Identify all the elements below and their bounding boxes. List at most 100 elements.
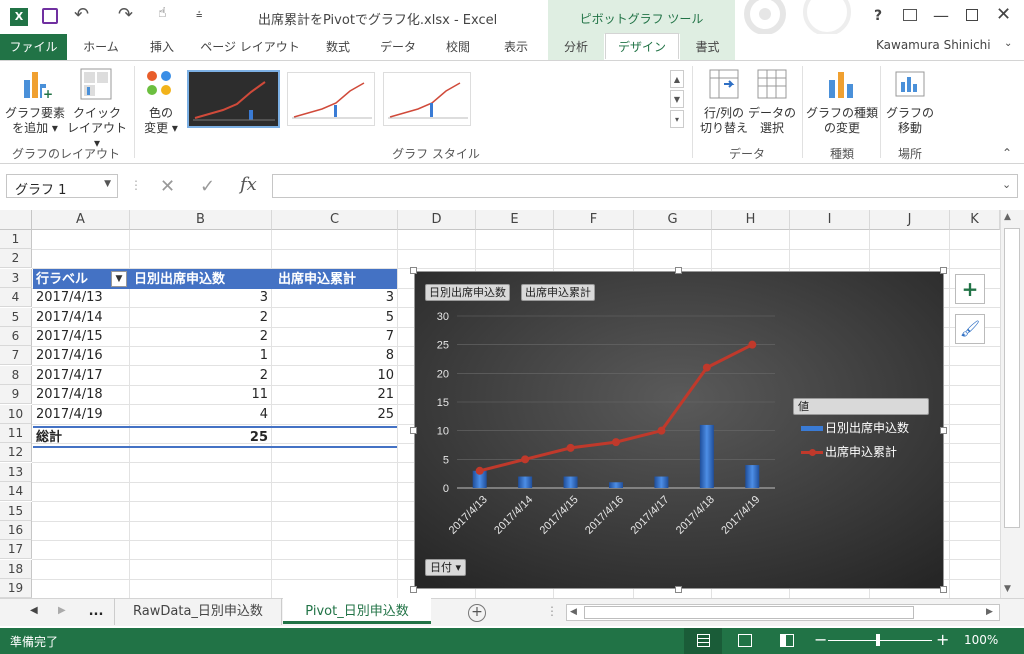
change-colors-label-2[interactable]: 変更 ▾ — [136, 121, 186, 136]
column-header-K[interactable]: K — [950, 210, 1000, 230]
row-header-11[interactable]: 11 — [0, 424, 32, 443]
field-button-daily[interactable]: 日別出席申込数 — [425, 284, 510, 301]
sheet-tab-rawdata[interactable]: RawData_日別申込数 — [114, 598, 282, 625]
hscroll-left-button[interactable]: ◀ — [570, 607, 577, 617]
tab-file[interactable]: ファイル — [0, 34, 67, 60]
legend-entry-cumulative[interactable]: 出席申込累計 — [801, 443, 897, 459]
redo-icon[interactable]: ↷ — [118, 4, 133, 25]
row-header-12[interactable]: 12 — [0, 443, 32, 463]
row-header-7[interactable]: 7 — [0, 346, 32, 366]
move-chart-label-1[interactable]: グラフの — [882, 106, 938, 121]
pivot-row-cumulative[interactable]: 10 — [276, 366, 394, 385]
zoom-slider[interactable] — [828, 640, 932, 641]
sheet-tab-more[interactable]: ... — [82, 598, 110, 625]
pivot-row-daily[interactable]: 1 — [134, 346, 268, 365]
tab-design[interactable]: デザイン — [605, 33, 679, 59]
name-box-dropdown-icon[interactable]: ▼ — [104, 179, 111, 189]
hscroll-right-button[interactable]: ▶ — [986, 607, 993, 617]
column-header-B[interactable]: B — [130, 210, 272, 230]
pivot-row-date[interactable]: 2017/4/14 — [36, 308, 103, 327]
pivot-row-daily[interactable]: 2 — [134, 327, 268, 346]
chart-style-3[interactable] — [383, 72, 471, 126]
row-header-13[interactable]: 13 — [0, 462, 32, 482]
undo-icon[interactable]: ↶ — [74, 4, 89, 25]
tab-insert[interactable]: 挿入 — [140, 34, 184, 60]
select-all-corner[interactable] — [0, 210, 32, 230]
column-header-A[interactable]: A — [32, 210, 130, 230]
pivot-row-cumulative[interactable]: 3 — [276, 288, 394, 307]
tab-split-grip-icon[interactable]: ⋮ — [546, 604, 558, 618]
row-header-18[interactable]: 18 — [0, 559, 32, 579]
pivot-total-value[interactable]: 25 — [134, 428, 268, 447]
scroll-down-button[interactable]: ▼ — [1004, 584, 1011, 594]
row-header-14[interactable]: 14 — [0, 482, 32, 502]
legend-title-button[interactable]: 値 — [793, 398, 929, 415]
quick-layout-icon[interactable] — [80, 68, 112, 100]
user-name[interactable]: Kawamura Shinichi — [876, 38, 991, 52]
sheet-nav-next-icon[interactable]: ▶ — [58, 605, 66, 616]
add-chart-element-icon[interactable]: + — [22, 68, 54, 100]
gallery-scroll-down-button[interactable]: ▼ — [670, 90, 684, 108]
help-button[interactable]: ? — [874, 8, 882, 24]
column-header-I[interactable]: I — [790, 210, 870, 230]
tab-analyze[interactable]: 分析 — [548, 34, 604, 60]
pivot-row-daily[interactable]: 3 — [134, 288, 268, 307]
column-header-E[interactable]: E — [476, 210, 554, 230]
add-chart-element-label-1[interactable]: グラフ要素 — [4, 106, 66, 121]
row-header-17[interactable]: 17 — [0, 540, 32, 560]
chart-handle-top-right[interactable] — [940, 267, 947, 274]
pivot-header-row-labels[interactable]: 行ラベル — [36, 270, 88, 289]
zoom-level[interactable]: 100% — [964, 633, 998, 647]
page-layout-view-icon[interactable] — [738, 634, 752, 647]
change-chart-type-icon[interactable] — [826, 68, 858, 100]
pivot-row-cumulative[interactable]: 25 — [276, 405, 394, 424]
pivot-row-daily[interactable]: 2 — [134, 308, 268, 327]
chart-style-1[interactable] — [187, 70, 280, 128]
touch-mode-icon[interactable]: ☝ — [158, 5, 167, 21]
tab-home[interactable]: ホーム — [76, 34, 126, 60]
change-chart-type-label-1[interactable]: グラフの種類 — [804, 106, 880, 121]
tab-formulas[interactable]: 数式 — [316, 34, 360, 60]
zoom-out-button[interactable]: − — [814, 630, 827, 649]
close-button[interactable]: ✕ — [996, 4, 1011, 25]
column-header-F[interactable]: F — [554, 210, 634, 230]
zoom-slider-thumb[interactable] — [876, 634, 880, 646]
column-header-G[interactable]: G — [634, 210, 712, 230]
pivot-row-cumulative[interactable]: 7 — [276, 327, 394, 346]
tab-data[interactable]: データ — [372, 34, 424, 60]
minimize-button[interactable]: — — [933, 6, 949, 25]
pivot-row-date[interactable]: 2017/4/18 — [36, 385, 103, 404]
maximize-button[interactable] — [966, 9, 978, 21]
switch-row-column-label-2[interactable]: 切り替え — [696, 121, 752, 136]
qat-customize-icon[interactable]: ⩮ — [196, 8, 202, 22]
ribbon-display-icon[interactable] — [903, 9, 917, 21]
row-header-3[interactable]: 3 — [0, 268, 32, 288]
pivot-row-daily[interactable]: 4 — [134, 405, 268, 424]
horizontal-scroll-thumb[interactable] — [584, 606, 914, 619]
sheet-tab-pivot[interactable]: Pivot_日別申込数 — [283, 598, 431, 624]
switch-row-column-label-1[interactable]: 行/列の — [696, 106, 752, 121]
collapse-ribbon-icon[interactable]: ⌃ — [1002, 146, 1012, 160]
pivot-header-cumulative[interactable]: 出席申込累計 — [278, 270, 356, 289]
row-header-2[interactable]: 2 — [0, 249, 32, 269]
pivot-chart[interactable]: 0 5 10 15 20 25 30 2017/4/13 2017/4/14 2017/4/15 2… — [414, 271, 944, 589]
new-sheet-button[interactable]: + — [468, 604, 486, 622]
pivot-row-daily[interactable]: 11 — [134, 385, 268, 404]
switch-row-column-icon[interactable] — [708, 68, 740, 100]
row-labels-filter-button[interactable]: ▼ — [111, 271, 127, 287]
scroll-up-button[interactable]: ▲ — [1004, 212, 1011, 222]
chart-handle-right[interactable] — [940, 427, 947, 434]
chart-elements-button[interactable]: + — [955, 274, 985, 304]
move-chart-label-2[interactable]: 移動 — [882, 121, 938, 136]
chart-style-2[interactable] — [287, 72, 375, 126]
column-header-J[interactable]: J — [870, 210, 950, 230]
chart-styles-button[interactable]: 🖌 — [955, 314, 985, 344]
tab-format[interactable]: 書式 — [680, 34, 735, 60]
save-icon[interactable] — [42, 8, 58, 24]
row-header-1[interactable]: 1 — [0, 230, 32, 249]
cancel-formula-icon[interactable]: ✕ — [160, 176, 175, 197]
pivot-row-date[interactable]: 2017/4/16 — [36, 346, 103, 365]
expand-formula-icon[interactable]: ⌄ — [1002, 178, 1011, 191]
chart-handle-left[interactable] — [410, 427, 417, 434]
row-header-4[interactable]: 4 — [0, 288, 32, 308]
